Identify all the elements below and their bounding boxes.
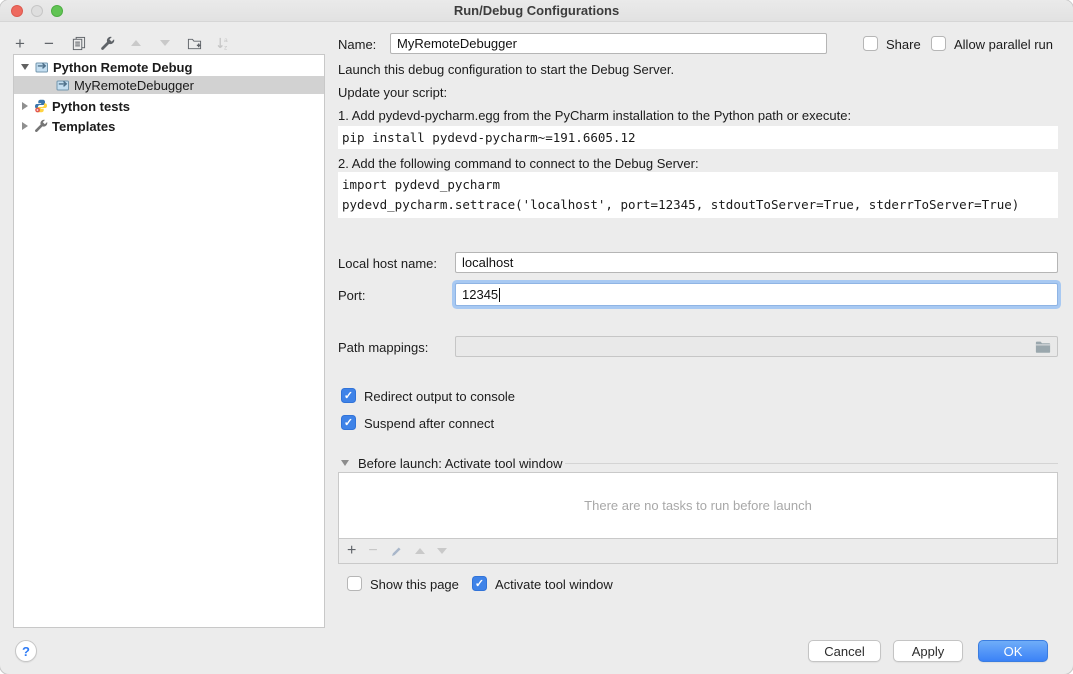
help-question-icon: ? [22,644,30,659]
tree-item-templates[interactable]: Templates [14,117,324,135]
window-title: Run/Debug Configurations [0,3,1073,18]
redirect-output-label[interactable]: Redirect output to console [364,389,515,404]
local-host-input[interactable] [455,252,1058,273]
suspend-after-connect-checkbox[interactable] [341,415,356,430]
tree-item-myremotedebugger[interactable]: MyRemoteDebugger [14,76,324,94]
share-checkbox[interactable] [863,36,878,51]
remote-debug-config-icon [56,78,70,92]
edit-templates-icon[interactable] [99,35,115,51]
tasks-empty-text: There are no tasks to run before launch [584,498,812,513]
port-input[interactable]: 12345 [455,283,1058,306]
show-this-page-label[interactable]: Show this page [370,577,459,592]
tree-item-label: Templates [52,119,115,134]
titlebar: Run/Debug Configurations [0,0,1073,22]
allow-parallel-run-label[interactable]: Allow parallel run [954,37,1053,52]
remove-task-icon[interactable]: − [368,543,377,559]
tree-item-python-tests[interactable]: Python tests [14,97,324,115]
tasks-list[interactable]: There are no tasks to run before launch [339,473,1057,539]
tree-item-label: MyRemoteDebugger [74,78,194,93]
intro-text: Launch this debug configuration to start… [338,62,674,77]
activate-tool-window-checkbox[interactable] [472,576,487,591]
remote-debug-config-icon [35,60,49,74]
move-up-icon[interactable] [128,35,144,51]
name-label: Name: [338,37,376,52]
allow-parallel-run-checkbox[interactable] [931,36,946,51]
path-mappings-input[interactable] [455,336,1058,357]
suspend-after-connect-label[interactable]: Suspend after connect [364,416,494,431]
ok-button[interactable]: OK [978,640,1048,662]
python-tests-icon [34,99,48,113]
pip-install-code: pip install pydevd-pycharm~=191.6605.12 [338,126,1058,149]
activate-tool-window-label[interactable]: Activate tool window [495,577,613,592]
redirect-output-checkbox[interactable] [341,388,356,403]
new-folder-icon[interactable] [186,35,202,51]
show-this-page-checkbox[interactable] [347,576,362,591]
sort-configurations-icon[interactable]: az [215,35,231,51]
step2-text: 2. Add the following command to connect … [338,156,699,171]
help-button[interactable]: ? [15,640,37,662]
apply-button[interactable]: Apply [893,640,963,662]
before-launch-title[interactable]: Before launch: Activate tool window [358,456,563,471]
chevron-right-icon[interactable] [22,122,28,130]
local-host-label: Local host name: [338,256,437,271]
tasks-toolbar: + − [339,539,1057,563]
tree-item-label: Python tests [52,99,130,114]
before-launch-tasks-panel: There are no tasks to run before launch … [338,472,1058,564]
wrench-icon [34,119,48,133]
copy-configuration-icon[interactable] [70,35,86,51]
svg-text:a: a [223,37,227,44]
name-input[interactable] [390,33,827,54]
svg-text:z: z [223,44,226,50]
move-task-up-icon[interactable] [415,548,425,554]
move-task-down-icon[interactable] [437,548,447,554]
settrace-code-line1: import pydevd_pycharm [342,175,1058,195]
chevron-right-icon[interactable] [22,102,28,110]
chevron-down-icon[interactable] [21,64,29,70]
browse-folder-icon[interactable] [1035,340,1051,353]
add-task-icon[interactable]: + [347,543,356,559]
port-label: Port: [338,288,365,303]
share-label[interactable]: Share [886,37,921,52]
move-down-icon[interactable] [157,35,173,51]
path-mappings-label: Path mappings: [338,340,428,355]
tree-item-label: Python Remote Debug [53,60,192,75]
step1-text: 1. Add pydevd-pycharm.egg from the PyCha… [338,108,851,123]
port-value: 12345 [462,287,498,302]
remove-configuration-icon[interactable]: − [41,35,57,51]
text-caret [499,288,500,302]
tree-item-python-remote-debug[interactable]: Python Remote Debug [14,58,324,76]
before-launch-collapse-icon[interactable] [341,460,349,466]
run-debug-configurations-dialog: Run/Debug Configurations + − az Python R… [0,0,1073,674]
configurations-toolbar: + − az [12,32,231,54]
configurations-tree: Python Remote Debug MyRemoteDebugger Pyt… [13,54,325,628]
before-launch-separator [565,463,1058,464]
settrace-code-line2: pydevd_pycharm.settrace('localhost', por… [342,195,1058,215]
add-configuration-icon[interactable]: + [12,35,28,51]
edit-task-icon[interactable] [390,545,403,558]
cancel-button[interactable]: Cancel [808,640,881,662]
settrace-code: import pydevd_pycharm pydevd_pycharm.set… [338,172,1058,218]
update-script-text: Update your script: [338,85,447,100]
